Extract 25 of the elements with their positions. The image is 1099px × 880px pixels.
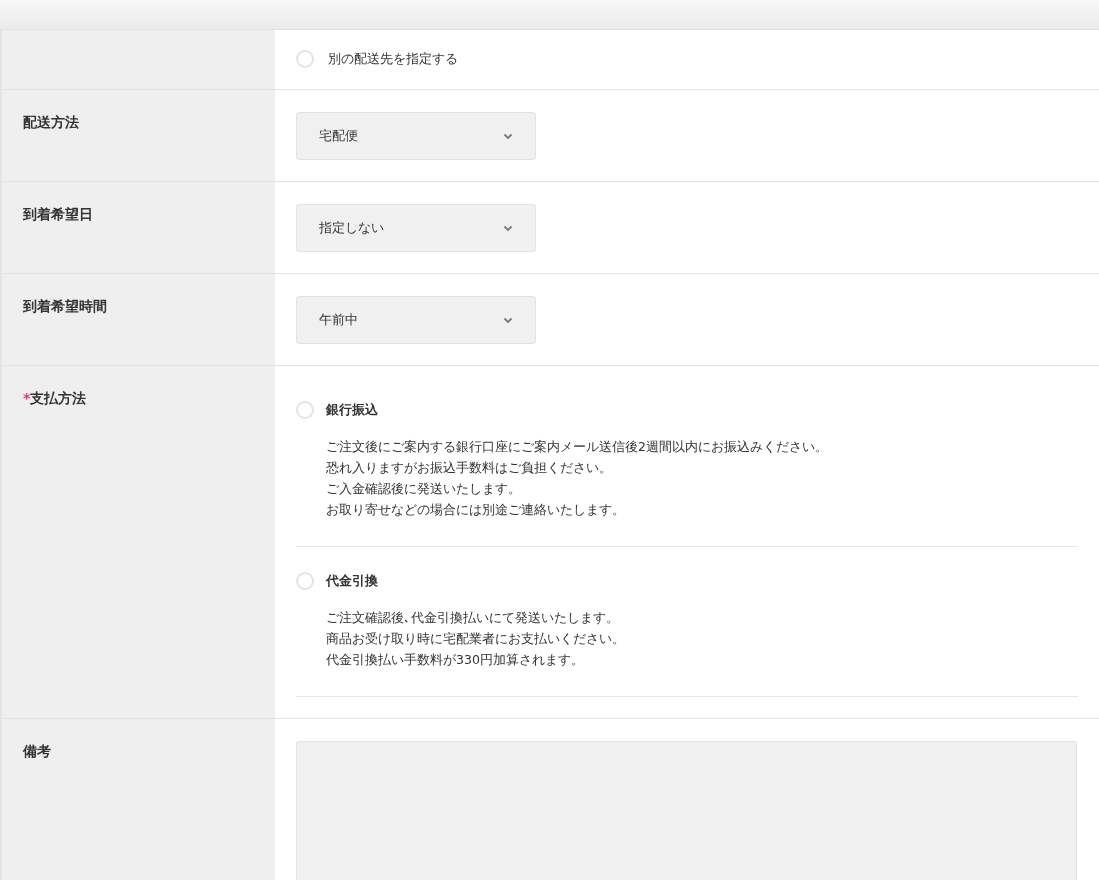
description-line: 代金引換払い手数料が330円加算されます。 [326,651,584,669]
option-label: 銀行振込 [326,401,378,419]
description-line: お取り寄せなどの場合には別途ご連絡いたします。 [326,501,625,519]
radio-button[interactable] [296,50,314,68]
dropdown[interactable]: 宅配便 [296,112,536,160]
description-line: 商品お受け取り時に宅配業者にお支払いください。 [326,630,625,648]
dropdown[interactable]: 指定しない [296,204,536,252]
description-line: ご注文確認後､代金引換払いにて発送いたします。 [326,609,619,627]
chevron-down-icon [503,224,513,232]
radio-button[interactable] [296,401,314,419]
description-line: ご入金確認後に発送いたします。 [326,480,521,498]
description-line: 恐れ入りますがお振込手数料はご負担ください。 [326,459,612,477]
required-mark: * [23,390,31,406]
field-label: 到着希望時間 [23,298,107,316]
field-label: 到着希望日 [23,206,93,224]
chevron-down-icon [503,132,513,140]
chevron-down-icon [503,316,513,324]
dropdown[interactable]: 午前中 [296,296,536,344]
field-label: 配送方法 [23,114,79,132]
description-line: ご注文後にご案内する銀行口座にご案内メール送信後2週間以内にお振込みください。 [326,438,828,456]
option-label: 別の配送先を指定する [328,50,458,68]
option-label: 代金引換 [326,572,378,590]
field-label: 支払方法 [30,390,87,408]
field-label: 備考 [23,743,51,761]
radio-button[interactable] [296,572,314,590]
